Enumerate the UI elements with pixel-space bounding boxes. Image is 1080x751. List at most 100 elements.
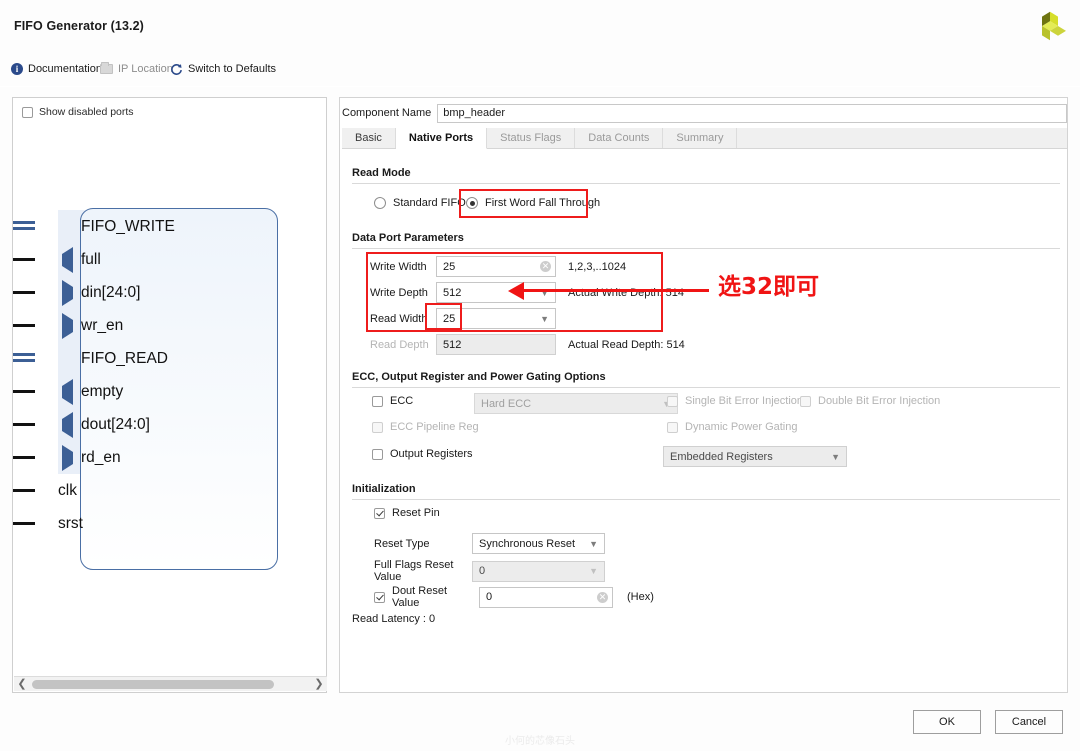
- write-depth-select[interactable]: 512 ▼: [436, 282, 556, 303]
- tab-data-counts[interactable]: Data Counts: [575, 128, 664, 148]
- single-bit-label: Single Bit Error Injection: [685, 395, 803, 407]
- page-title: FIFO Generator (13.2): [14, 19, 144, 33]
- read-depth-input: 512: [436, 334, 556, 355]
- read-latency-label: Read Latency : 0: [352, 613, 436, 625]
- double-bit-error-injection-checkbox[interactable]: Double Bit Error Injection: [800, 395, 940, 407]
- chevron-down-icon[interactable]: ▼: [589, 539, 598, 549]
- xilinx-logo-icon: [1042, 11, 1066, 41]
- ecc-box[interactable]: [372, 395, 383, 407]
- dynamic-power-gating-checkbox[interactable]: Dynamic Power Gating: [667, 421, 798, 433]
- port-row-clk: clk: [13, 474, 233, 507]
- ecc-checkbox[interactable]: ECC: [372, 395, 413, 407]
- output-registers-checkbox[interactable]: Output Registers: [372, 448, 473, 460]
- port-stub: [13, 423, 35, 426]
- scrollbar-track[interactable]: [30, 677, 311, 692]
- port-stub: [13, 291, 35, 294]
- annotation-arrow-head: [508, 282, 524, 300]
- info-icon: i: [11, 63, 23, 75]
- arrow-right-icon: [58, 312, 76, 339]
- read-width-select[interactable]: 25 ▼: [436, 308, 556, 329]
- full-flags-select[interactable]: 0 ▼: [472, 560, 605, 582]
- ok-button[interactable]: OK: [913, 710, 981, 734]
- data-port-heading: Data Port Parameters: [352, 232, 464, 244]
- tab-status-flags[interactable]: Status Flags: [487, 128, 576, 148]
- port-row-full: full: [13, 243, 233, 276]
- port-row-rd-en: rd_en: [13, 441, 233, 474]
- reset-type-label: Reset Type: [374, 537, 430, 550]
- ecc-heading: ECC, Output Register and Power Gating Op…: [352, 371, 606, 383]
- standard-fifo-radio[interactable]: [374, 197, 386, 209]
- chevron-left-icon[interactable]: ❮: [14, 678, 30, 690]
- output-registers-box[interactable]: [372, 448, 383, 460]
- ecc-mode-value: Hard ECC: [481, 397, 532, 410]
- single-bit-box[interactable]: [667, 395, 678, 407]
- write-width-hint: 1,2,3,..1024: [568, 260, 627, 273]
- read-width-row: Read Width 25 ▼: [370, 308, 556, 329]
- ecc-mode-select[interactable]: Hard ECC ▼: [474, 393, 678, 414]
- dynamic-power-box[interactable]: [667, 421, 678, 433]
- chevron-down-icon[interactable]: ▼: [831, 452, 840, 462]
- output-registers-label: Output Registers: [390, 448, 473, 460]
- clear-field-icon[interactable]: ✕: [540, 261, 551, 272]
- tab-native-ports[interactable]: Native Ports: [395, 128, 488, 149]
- show-disabled-ports-checkbox[interactable]: Show disabled ports: [22, 106, 134, 118]
- horizontal-scrollbar[interactable]: ❮ ❯: [14, 676, 327, 691]
- ecc-pipeline-box[interactable]: [372, 421, 383, 433]
- write-width-input[interactable]: 25 ✕: [436, 256, 556, 277]
- write-depth-label: Write Depth: [370, 286, 428, 299]
- ecc-label: ECC: [390, 395, 414, 407]
- reset-pin-box[interactable]: [374, 507, 385, 519]
- ecc-pipeline-reg-checkbox[interactable]: ECC Pipeline Reg: [372, 421, 479, 433]
- double-bit-box[interactable]: [800, 395, 811, 407]
- switch-to-defaults-link[interactable]: Switch to Defaults: [170, 58, 276, 80]
- tab-summary[interactable]: Summary: [663, 128, 738, 148]
- radio-first-word-fall-through[interactable]: First Word Fall Through: [466, 197, 600, 209]
- chevron-right-icon[interactable]: ❯: [311, 678, 327, 690]
- port-stub: [13, 522, 35, 525]
- documentation-link[interactable]: i Documentation: [11, 58, 102, 80]
- dout-reset-box[interactable]: [374, 591, 385, 603]
- cancel-button[interactable]: Cancel: [995, 710, 1063, 734]
- port-label: FIFO_READ: [81, 349, 168, 367]
- port-label: din[24:0]: [81, 283, 141, 301]
- bus-stub-icon: [13, 353, 35, 364]
- component-name-input[interactable]: bmp_header: [437, 103, 1067, 123]
- port-label: srst: [58, 514, 83, 532]
- arrow-right-icon: [58, 444, 76, 471]
- reset-pin-label: Reset Pin: [392, 507, 440, 519]
- clear-field-icon[interactable]: ✕: [597, 591, 608, 603]
- chevron-down-icon[interactable]: ▼: [589, 566, 598, 576]
- chevron-down-icon[interactable]: ▼: [540, 314, 549, 324]
- initialization-heading: Initialization: [352, 483, 416, 495]
- refresh-icon: [170, 63, 183, 76]
- symbol-preview-panel: Show disabled ports FIFO_WRITE full din[…: [12, 97, 327, 693]
- write-depth-row: Write Depth 512 ▼ Actual Write Depth: 51…: [370, 282, 684, 303]
- ip-location-link[interactable]: IP Location: [100, 58, 173, 80]
- title-bar: FIFO Generator (13.2): [0, 0, 1080, 52]
- reset-pin-checkbox[interactable]: Reset Pin: [374, 507, 440, 519]
- tab-basic[interactable]: Basic: [342, 128, 396, 148]
- port-label: wr_en: [81, 316, 124, 334]
- port-label: FIFO_WRITE: [81, 217, 175, 235]
- show-disabled-ports-box[interactable]: [22, 106, 33, 118]
- write-width-label: Write Width: [370, 260, 427, 273]
- ecc-pipeline-label: ECC Pipeline Reg: [390, 421, 479, 433]
- single-bit-error-injection-checkbox[interactable]: Single Bit Error Injection: [667, 395, 803, 407]
- reset-type-select[interactable]: Synchronous Reset ▼: [472, 533, 605, 554]
- radio-standard-fifo[interactable]: Standard FIFO: [374, 197, 466, 209]
- actual-read-depth: Actual Read Depth: 514: [568, 338, 685, 351]
- component-name-label: Component Name: [342, 107, 432, 119]
- dout-reset-input[interactable]: 0 ✕: [479, 586, 613, 608]
- dynamic-power-label: Dynamic Power Gating: [685, 421, 798, 433]
- scrollbar-thumb[interactable]: [32, 679, 274, 689]
- port-row-din: din[24:0]: [13, 276, 233, 309]
- write-width-value: 25: [443, 260, 456, 273]
- fifo-generator-dialog: FIFO Generator (13.2) i Documentation IP…: [0, 0, 1080, 751]
- read-width-label: Read Width: [370, 312, 428, 325]
- watermark: 小何的芯像石头: [505, 736, 575, 747]
- port-label: empty: [81, 382, 124, 400]
- output-registers-select[interactable]: Embedded Registers ▼: [663, 446, 847, 467]
- first-word-fall-through-radio[interactable]: [466, 197, 478, 209]
- write-depth-value: 512: [443, 286, 462, 299]
- full-flags-label: Full Flags Reset Value: [374, 559, 454, 583]
